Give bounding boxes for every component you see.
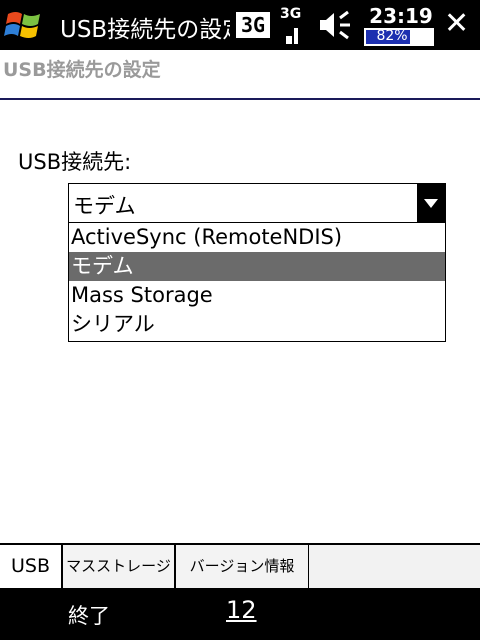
header-divider	[0, 98, 480, 100]
exit-softkey[interactable]: 終了	[68, 600, 110, 630]
windows-start-icon[interactable]	[4, 6, 44, 44]
signal-bar	[286, 36, 292, 44]
battery-text: 82%	[376, 28, 408, 44]
3g-signal-icon[interactable]: 3G	[236, 12, 270, 38]
keyboard-softkey[interactable]: 12	[226, 596, 257, 624]
tab-bar: USB マスストレージ バージョン情報	[0, 543, 480, 590]
combo-selected-value: モデム	[73, 194, 136, 218]
option-modem[interactable]: モデム	[69, 252, 445, 281]
option-activesync[interactable]: ActiveSync (RemoteNDIS)	[69, 223, 445, 252]
page-title: USB接続先の設定	[3, 59, 161, 81]
softkey-bar: 終了 12	[0, 588, 480, 640]
window-title: USB接続先の設定	[60, 17, 230, 43]
status-bar: USB接続先の設定 3G 3G 23:19 82% ✕	[0, 0, 480, 50]
tab-usb[interactable]: USB	[0, 545, 62, 588]
option-serial[interactable]: シリアル	[69, 310, 445, 339]
signal-bar	[294, 28, 298, 44]
3g-small-label: 3G	[280, 6, 302, 22]
tab-version-info[interactable]: バージョン情報	[175, 545, 309, 588]
battery-indicator[interactable]: 82%	[364, 28, 434, 46]
chevron-down-icon[interactable]	[417, 184, 445, 222]
3g-signal-bars-icon[interactable]: 3G	[278, 6, 306, 44]
clock[interactable]: 23:19	[366, 4, 436, 28]
usb-destination-dropdown-list: ActiveSync (RemoteNDIS) モデム Mass Storage…	[68, 222, 446, 342]
option-mass-storage[interactable]: Mass Storage	[69, 281, 445, 310]
usb-destination-combobox[interactable]: モデム	[68, 183, 446, 223]
tab-mass-storage[interactable]: マスストレージ	[62, 545, 175, 588]
close-icon[interactable]: ✕	[444, 6, 469, 41]
speaker-icon[interactable]	[318, 10, 354, 40]
usb-destination-label: USB接続先:	[18, 150, 132, 174]
